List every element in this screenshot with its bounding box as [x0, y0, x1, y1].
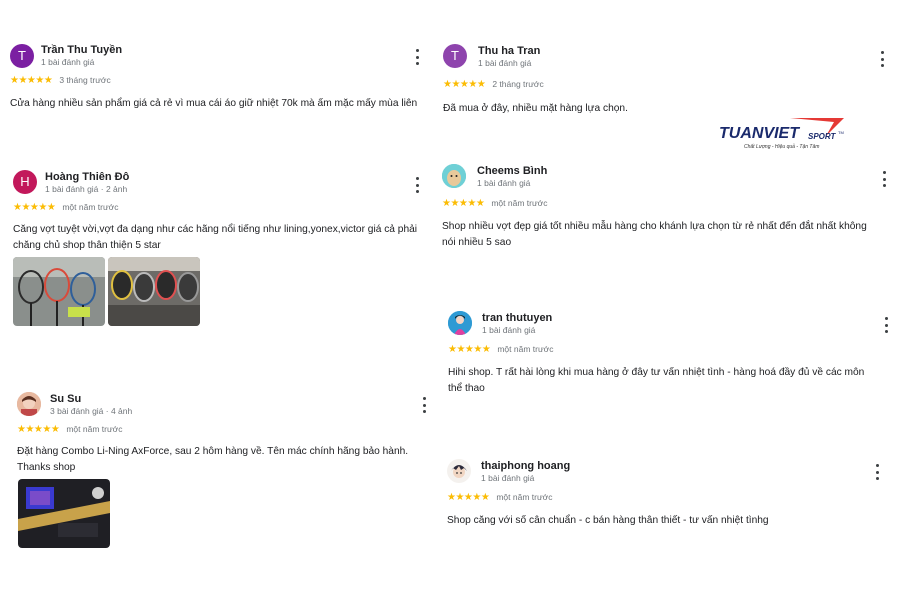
avatar[interactable]: T	[10, 44, 34, 68]
review-text: Đã mua ở đây, nhiều mặt hàng lựa chọn.	[443, 103, 628, 114]
reviewer-name[interactable]: thaiphong hoang	[481, 460, 570, 472]
review-date: một năm trước	[62, 202, 119, 212]
review-text: Đặt hàng Combo Li-Ning AxForce, sau 2 hô…	[17, 446, 409, 473]
reviewer-name[interactable]: tran thutuyen	[482, 312, 552, 324]
star-rating-icon: ★★★★★	[448, 344, 491, 355]
reviewer-meta: 1 bài đánh giá	[477, 178, 531, 188]
review-photo[interactable]	[18, 479, 110, 548]
avatar[interactable]	[17, 392, 41, 416]
review-card: Cheems Bình 1 bài đánh giá ★★★★★ một năm …	[442, 164, 892, 254]
rating-row: ★★★★★ một năm trước	[448, 344, 553, 355]
avatar[interactable]	[442, 164, 466, 188]
review-photo[interactable]	[108, 257, 200, 326]
more-options-icon[interactable]	[881, 171, 887, 187]
rating-row: ★★★★★ một năm trước	[13, 202, 118, 213]
review-text: Shop căng với số cân chuẩn - c bán hàng …	[447, 515, 769, 526]
reviewer-meta: 3 bài đánh giá · 4 ảnh	[50, 406, 133, 416]
review-card: tran thutuyen 1 bài đánh giá ★★★★★ một nă…	[448, 311, 893, 401]
reviewer-name[interactable]: Trần Thu Tuyền	[41, 44, 122, 56]
avatar[interactable]	[448, 311, 472, 335]
reviewer-meta: 1 bài đánh giá · 2 ảnh	[45, 184, 128, 194]
logo-brand-text: TUANVIET	[719, 125, 800, 142]
rating-row: ★★★★★ một năm trước	[442, 198, 547, 209]
review-card: Su Su 3 bài đánh giá · 4 ảnh ★★★★★ một nă…	[17, 392, 437, 552]
racket-rack-photo-image	[108, 257, 200, 326]
avatar-image	[447, 459, 471, 483]
review-card: T Thu ha Tran 1 bài đánh giá ★★★★★ 2 thán…	[443, 44, 893, 124]
reviewer-meta: 1 bài đánh giá	[482, 325, 536, 335]
reviewer-name[interactable]: Thu ha Tran	[478, 45, 540, 57]
review-date: 3 tháng trước	[59, 75, 111, 85]
logo-sport-text: SPORT	[808, 132, 837, 141]
review-card: thaiphong hoang 1 bài đánh giá ★★★★★ một …	[447, 459, 892, 539]
avatar[interactable]: T	[443, 44, 467, 68]
star-rating-icon: ★★★★★	[13, 202, 56, 213]
review-text: Căng vợt tuyệt vời,vợt đa dạng như các h…	[13, 224, 418, 251]
more-options-icon[interactable]	[414, 49, 420, 65]
avatar-image	[17, 392, 41, 416]
star-rating-icon: ★★★★★	[10, 75, 53, 86]
review-date: một năm trước	[491, 198, 548, 208]
reviewer-name[interactable]: Su Su	[50, 393, 81, 405]
star-rating-icon: ★★★★★	[17, 424, 60, 435]
reviewer-meta: 1 bài đánh giá	[481, 473, 535, 483]
logo-tagline: Chất Lượng - Hiệu quả - Tận Tâm	[744, 143, 819, 150]
review-date: 2 tháng trước	[492, 79, 544, 89]
reviewer-name[interactable]: Cheems Bình	[477, 165, 547, 177]
more-options-icon[interactable]	[421, 397, 427, 413]
star-rating-icon: ★★★★★	[447, 492, 490, 503]
review-date: một năm trước	[496, 492, 553, 502]
avatar[interactable]: H	[13, 170, 37, 194]
review-text: Hihi shop. T rất hài lòng khi mua hàng ở…	[448, 367, 865, 394]
avatar[interactable]	[447, 459, 471, 483]
reviewer-meta: 1 bài đánh giá	[478, 58, 532, 68]
more-options-icon[interactable]	[883, 317, 889, 333]
rating-row: ★★★★★ 3 tháng trước	[10, 75, 111, 86]
reviewer-meta: 1 bài đánh giá	[41, 57, 95, 67]
review-date: một năm trước	[66, 424, 123, 434]
reviewer-name[interactable]: Hoàng Thiên Đô	[45, 171, 129, 183]
more-options-icon[interactable]	[874, 464, 880, 480]
review-card: H Hoàng Thiên Đô 1 bài đánh giá · 2 ảnh …	[13, 170, 433, 330]
rating-row: ★★★★★ một năm trước	[17, 424, 122, 435]
review-date: một năm trước	[497, 344, 554, 354]
racket-photo-image	[13, 257, 105, 326]
logo-graphic: TUANVIET SPORT TM Chất Lượng - Hiệu quả …	[719, 118, 844, 150]
tuanviet-sport-logo: TUANVIET SPORT TM Chất Lượng - Hiệu quả …	[718, 116, 848, 154]
star-rating-icon: ★★★★★	[442, 198, 485, 209]
review-photo[interactable]	[13, 257, 105, 326]
avatar-image	[442, 164, 466, 188]
review-card: T Trần Thu Tuyền 1 bài đánh giá ★★★★★ 3 t…	[10, 44, 430, 124]
logo-tm-text: TM	[838, 130, 844, 135]
avatar-image	[448, 311, 472, 335]
rating-row: ★★★★★ một năm trước	[447, 492, 552, 503]
more-options-icon[interactable]	[879, 51, 885, 67]
star-rating-icon: ★★★★★	[443, 79, 486, 90]
review-text: Shop nhiều vợt đẹp giá tốt nhiều mẫu hàn…	[442, 221, 867, 248]
more-options-icon[interactable]	[414, 177, 420, 193]
product-photo-image	[18, 479, 110, 548]
review-text: Cửa hàng nhiều sản phẩm giá cả rẻ vì mua…	[10, 98, 418, 109]
rating-row: ★★★★★ 2 tháng trước	[443, 79, 544, 90]
